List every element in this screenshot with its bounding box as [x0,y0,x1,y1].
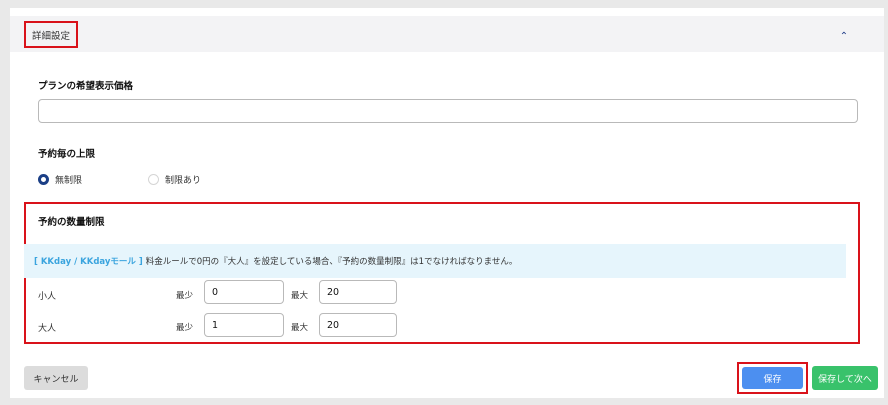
notice-accent: [ KKday / KKdayモール ] [34,257,143,267]
save-and-next-button[interactable]: 保存して次へ [812,366,878,390]
save-button[interactable]: 保存 [742,367,803,389]
child-min-label: 最少 [176,291,194,301]
child-min-input[interactable] [204,280,284,304]
panel-header[interactable]: ⌃ [10,16,884,52]
notice-banner: [ KKday / KKdayモール ] 料金ルールで0円の『大人』を設定してい… [24,244,846,278]
adult-label: 大人 [38,324,57,334]
desired-price-input[interactable] [38,99,858,123]
booking-limit-label: 予約毎の上限 [38,149,96,160]
child-max-label: 最大 [291,291,309,301]
radio-checked-icon [38,174,49,185]
detail-settings-panel: ⌃ 詳細設定 プランの希望表示価格 予約毎の上限 無制限 制限あり 予約の数量制… [10,8,884,356]
radio-limited[interactable]: 制限あり [148,173,201,186]
adult-min-input[interactable] [204,313,284,337]
desired-price-label: プランの希望表示価格 [38,81,134,92]
chevron-up-icon[interactable]: ⌃ [838,31,850,43]
footer-bar: キャンセル 保存 保存して次へ [10,356,884,398]
adult-max-input[interactable] [319,313,397,337]
child-max-input[interactable] [319,280,397,304]
radio-unchecked-icon [148,174,159,185]
radio-limited-label: 制限あり [165,176,202,186]
quantity-limit-label: 予約の数量制限 [38,217,105,228]
child-label: 小人 [38,292,57,302]
notice-text: 料金ルールで0円の『大人』を設定している場合、『予約の数量制限』は1でなければな… [145,257,518,267]
panel-title: 詳細設定 [24,21,78,48]
radio-unlimited[interactable]: 無制限 [38,173,82,186]
cancel-button[interactable]: キャンセル [24,366,88,390]
save-button-highlight: 保存 [737,362,808,394]
adult-min-label: 最少 [176,323,194,333]
adult-max-label: 最大 [291,323,309,333]
radio-unlimited-label: 無制限 [55,176,83,186]
